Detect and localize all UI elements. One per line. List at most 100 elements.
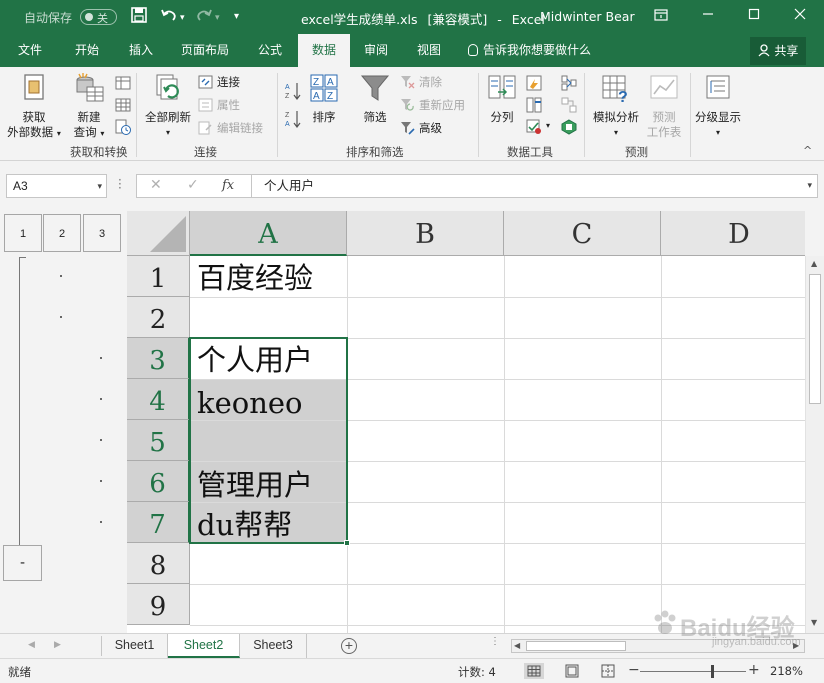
cell-a1[interactable]: 百度经验 xyxy=(191,256,347,297)
tab-file[interactable]: 文件 xyxy=(5,34,55,67)
name-box[interactable]: A3 ▾ xyxy=(6,174,107,198)
row-header-2[interactable]: 2 xyxy=(127,297,190,338)
fill-handle[interactable] xyxy=(344,540,350,546)
horizontal-scrollbar[interactable]: ◀ ▶ xyxy=(511,639,805,653)
insert-function-icon[interactable]: fx xyxy=(222,178,234,193)
sheet-tab-sheet3[interactable]: Sheet3 xyxy=(240,634,307,658)
sort-button[interactable]: ZAAZ 排序 xyxy=(306,72,342,125)
vertical-scrollbar[interactable]: ▲ ▼ xyxy=(805,256,824,633)
flash-fill-icon[interactable] xyxy=(526,75,542,91)
page-layout-view-icon[interactable] xyxy=(562,663,582,679)
customize-icon[interactable]: ▾ xyxy=(234,7,239,27)
relationships-icon[interactable] xyxy=(561,97,577,113)
scroll-left-icon[interactable]: ◀ xyxy=(514,640,520,652)
sort-descending-icon[interactable]: ZA xyxy=(284,109,302,129)
cancel-icon[interactable]: ✕ xyxy=(150,177,162,193)
collapse-ribbon-icon[interactable]: ^ xyxy=(803,144,812,157)
remove-duplicates-icon[interactable] xyxy=(526,97,542,113)
scroll-up-icon[interactable]: ▲ xyxy=(811,259,817,268)
row-header-1[interactable]: 1 xyxy=(127,256,190,297)
outline-button[interactable]: 分级显示 ▾ xyxy=(693,72,743,140)
sheet-nav-next-icon[interactable]: ▶ xyxy=(54,639,61,650)
get-external-data-button[interactable]: 获取 外部数据 ▾ xyxy=(4,72,64,141)
row-header-4[interactable]: 4 xyxy=(127,379,190,420)
autosave-toggle[interactable]: 关 xyxy=(80,9,117,25)
tab-insert[interactable]: 插入 xyxy=(116,34,166,67)
recent-sources-icon[interactable] xyxy=(115,119,131,135)
minimize-icon[interactable] xyxy=(688,4,728,28)
tab-home[interactable]: 开始 xyxy=(62,34,112,67)
tab-formulas[interactable]: 公式 xyxy=(246,34,294,67)
horizontal-scroll-thumb[interactable] xyxy=(526,641,626,651)
enter-icon[interactable]: ✓ xyxy=(187,177,199,193)
tab-review[interactable]: 审阅 xyxy=(352,34,400,67)
properties-button[interactable]: 属性 xyxy=(198,97,240,113)
zoom-slider-track[interactable] xyxy=(640,671,746,672)
zoom-slider-thumb[interactable] xyxy=(711,665,714,678)
scroll-down-icon[interactable]: ▼ xyxy=(811,618,817,627)
filter-button[interactable]: 筛选 xyxy=(355,72,395,125)
data-model-icon[interactable] xyxy=(561,119,577,135)
from-table-icon[interactable] xyxy=(115,97,131,113)
row-header-8[interactable]: 8 xyxy=(127,543,190,584)
data-validation-icon[interactable] xyxy=(526,119,542,135)
collapse-group-button[interactable]: - xyxy=(3,545,42,581)
formula-bar-grip[interactable]: · · · xyxy=(118,174,122,194)
text-to-columns-button[interactable]: 分列 xyxy=(484,72,520,125)
sheet-nav-prev-icon[interactable]: ◀ xyxy=(28,639,35,650)
row-header-7[interactable]: 7 xyxy=(127,502,190,543)
formula-input[interactable]: 个人用户 ▾ xyxy=(251,174,818,198)
new-query-button[interactable]: 新建 查询 ▾ xyxy=(67,72,111,141)
share-button[interactable]: 共享 xyxy=(750,37,806,65)
advanced-filter-button[interactable]: 高级 xyxy=(400,120,442,136)
column-header-d[interactable]: D xyxy=(661,211,805,256)
redo-dropdown-icon[interactable]: ▾ xyxy=(215,8,220,28)
sort-ascending-icon[interactable]: AZ xyxy=(284,81,302,101)
ribbon-display-icon[interactable] xyxy=(641,4,681,28)
worksheet-grid[interactable]: A B C D 1 2 3 4 5 6 7 8 9 百度经验 个人用户 keon… xyxy=(127,211,805,633)
vertical-scroll-thumb[interactable] xyxy=(809,274,821,404)
zoom-level[interactable]: 218% xyxy=(770,664,803,678)
sheet-tab-sheet2[interactable]: Sheet2 xyxy=(168,634,240,658)
refresh-all-button[interactable]: 全部刷新 ▾ xyxy=(140,72,196,140)
tab-view[interactable]: 视图 xyxy=(405,34,453,67)
undo-icon[interactable] xyxy=(160,6,178,29)
sheet-tab-sheet1[interactable]: Sheet1 xyxy=(102,634,168,658)
edit-links-button[interactable]: 编辑链接 xyxy=(198,120,263,136)
row-header-5[interactable]: 5 xyxy=(127,420,190,461)
outline-level-3-button[interactable]: 3 xyxy=(83,214,121,252)
row-header-3[interactable]: 3 xyxy=(127,338,190,379)
save-icon[interactable] xyxy=(130,6,148,29)
what-if-analysis-button[interactable]: ? 模拟分析 ▾ xyxy=(590,72,642,140)
outline-level-1-button[interactable]: 1 xyxy=(4,214,42,252)
page-break-view-icon[interactable] xyxy=(598,663,618,679)
redo-icon[interactable] xyxy=(195,6,213,29)
consolidate-icon[interactable] xyxy=(561,75,577,91)
tab-page-layout[interactable]: 页面布局 xyxy=(172,34,238,67)
hscroll-splitter[interactable]: ⋮ xyxy=(490,637,500,647)
maximize-icon[interactable] xyxy=(734,4,774,28)
clear-filter-button[interactable]: 清除 xyxy=(400,74,442,90)
column-header-a[interactable]: A xyxy=(190,211,347,256)
expand-formula-bar-icon[interactable]: ▾ xyxy=(807,175,812,197)
user-name[interactable]: Midwinter Bear xyxy=(540,9,635,24)
reapply-button[interactable]: 重新应用 xyxy=(400,97,465,113)
name-box-dropdown-icon[interactable]: ▾ xyxy=(97,175,102,197)
close-icon[interactable] xyxy=(780,4,820,28)
cell-a2[interactable] xyxy=(191,297,347,338)
select-all-button[interactable] xyxy=(127,211,190,256)
show-queries-icon[interactable] xyxy=(115,75,131,91)
normal-view-icon[interactable] xyxy=(524,663,544,679)
column-header-c[interactable]: C xyxy=(504,211,661,256)
undo-dropdown-icon[interactable]: ▾ xyxy=(180,8,185,28)
outline-level-2-button[interactable]: 2 xyxy=(43,214,81,252)
row-header-6[interactable]: 6 xyxy=(127,461,190,502)
zoom-out-icon[interactable]: − xyxy=(628,662,640,678)
tell-me-box[interactable]: 告诉我你想要做什么 xyxy=(468,34,608,67)
connections-button[interactable]: 连接 xyxy=(198,74,240,90)
forecast-sheet-button[interactable]: 预测 工作表 xyxy=(643,72,685,140)
row-header-9[interactable]: 9 xyxy=(127,584,190,625)
add-sheet-icon[interactable]: + xyxy=(341,638,357,654)
zoom-in-icon[interactable]: + xyxy=(748,662,760,678)
validation-dropdown-icon[interactable]: ▾ xyxy=(546,121,550,130)
